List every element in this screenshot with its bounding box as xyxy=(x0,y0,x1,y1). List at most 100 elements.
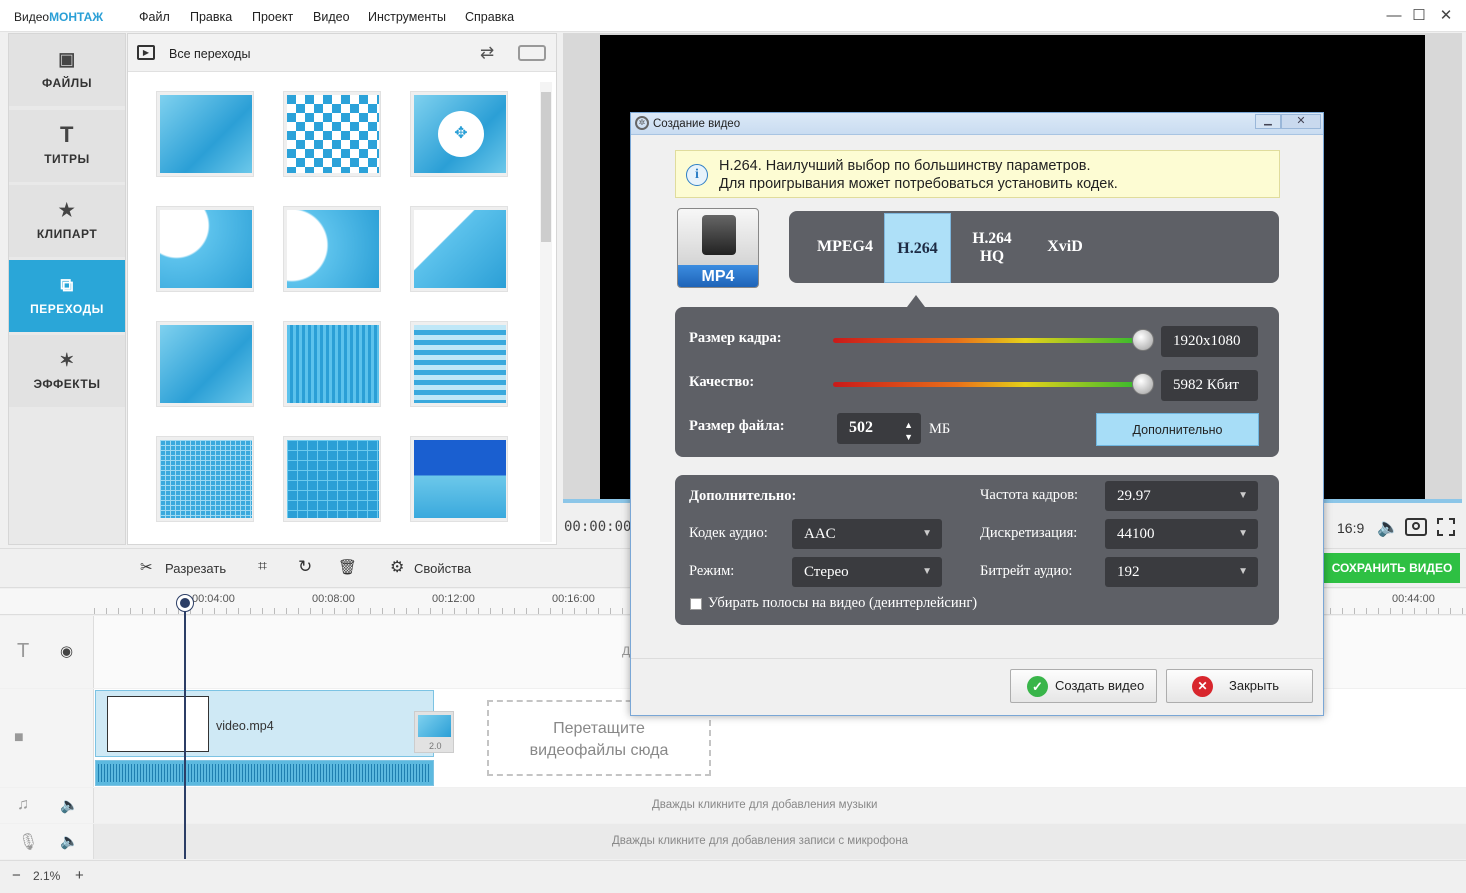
frame-size-slider[interactable] xyxy=(833,338,1143,343)
video-camera-icon: ■ xyxy=(14,729,24,746)
transition-thumb[interactable] xyxy=(156,206,254,292)
sidebar-item-effects[interactable]: ✶ ЭФФЕКТЫ xyxy=(9,335,125,407)
playhead-handle[interactable] xyxy=(177,595,193,611)
save-video-button[interactable]: СОХРАНИТЬ ВИДЕО xyxy=(1324,553,1460,583)
check-icon: ✓ xyxy=(1027,676,1048,697)
music-track-header: ♫ 🔈 xyxy=(0,788,94,823)
eye-icon[interactable]: ◉ xyxy=(60,642,73,660)
quality-slider[interactable] xyxy=(833,382,1143,387)
deinterlace-label: Убирать полосы на видео (деинтерлейсинг) xyxy=(708,595,978,611)
format-label: MP4 xyxy=(678,265,758,287)
menu-project[interactable]: Проект xyxy=(252,10,293,24)
transition-thumb[interactable] xyxy=(283,91,381,177)
quality-slider-handle[interactable] xyxy=(1132,373,1154,395)
sidebar-item-transitions[interactable]: ⧉ ПЕРЕХОДЫ xyxy=(9,260,125,332)
properties-button[interactable]: Свойства xyxy=(414,561,471,576)
close-icon: ✕ xyxy=(1192,676,1213,697)
deinterlace-checkbox[interactable] xyxy=(690,598,702,610)
codec-h264[interactable]: H.264 xyxy=(884,213,951,283)
transitions-header: ▶ Все переходы ⇄ xyxy=(128,34,556,72)
audio-bitrate-select[interactable]: 192 ▼ xyxy=(1105,557,1258,587)
magic-wand-icon: ✶ xyxy=(59,350,75,370)
codec-mpeg4[interactable]: MPEG4 xyxy=(805,211,885,281)
minimize-button[interactable]: — xyxy=(1384,6,1404,26)
video-clip[interactable]: video.mp4 xyxy=(95,690,434,757)
music-track[interactable]: Дважды кликните для добавления музыки xyxy=(94,788,1466,823)
fps-label: Частота кадров: xyxy=(980,487,1079,503)
sidebar-item-clipart[interactable]: ★ КЛИПАРТ xyxy=(9,185,125,257)
transitions-scrollbar[interactable] xyxy=(540,82,552,542)
create-video-button[interactable]: ✓ Создать видео xyxy=(1010,669,1157,703)
camera-icon[interactable] xyxy=(1405,518,1427,536)
rotate-icon[interactable]: ↻ xyxy=(298,557,312,577)
sidebar-item-files[interactable]: ▣ ФАЙЛЫ xyxy=(9,34,125,106)
advanced-label: Дополнительно: xyxy=(689,488,797,504)
crop-icon[interactable]: ⌗ xyxy=(258,558,267,576)
chevron-down-icon: ▼ xyxy=(1238,490,1248,501)
sidebar-item-label: ТИТРЫ xyxy=(44,152,90,166)
stepper-icon[interactable]: ▲ ▼ xyxy=(904,419,913,443)
audio-waveform[interactable] xyxy=(95,760,434,786)
transition-thumb[interactable] xyxy=(410,321,508,407)
transition-thumb[interactable] xyxy=(410,206,508,292)
transition-thumb[interactable]: ✥ xyxy=(410,91,508,177)
quality-label: Качество: xyxy=(689,374,755,390)
menu-edit[interactable]: Правка xyxy=(190,10,232,24)
shuffle-icon[interactable]: ⇄ xyxy=(480,43,494,63)
frame-size-slider-handle[interactable] xyxy=(1132,329,1154,351)
drop-hint-line2: видеофайлы сюда xyxy=(529,742,669,759)
more-settings-button[interactable]: Дополнительно xyxy=(1096,413,1259,446)
transition-thumb[interactable] xyxy=(156,436,254,522)
sidebar-item-titles[interactable]: T ТИТРЫ xyxy=(9,110,125,182)
transition-thumb[interactable] xyxy=(283,436,381,522)
zoom-out-button[interactable]: − xyxy=(12,867,21,884)
ruler-label: 00:04:00 xyxy=(192,593,235,605)
clip-transition[interactable]: 2.0 xyxy=(414,711,454,753)
frame-size-label: Размер кадра: xyxy=(689,330,782,346)
transition-thumb[interactable] xyxy=(283,206,381,292)
audio-codec-select[interactable]: AAC ▼ xyxy=(792,519,942,549)
fullscreen-icon[interactable] xyxy=(1437,518,1455,536)
volume-icon[interactable]: 🔈 xyxy=(60,796,79,814)
fps-select[interactable]: 29.97 ▼ xyxy=(1105,481,1258,511)
playhead-line[interactable] xyxy=(184,596,186,859)
codec-h264-hq[interactable]: H.264 HQ xyxy=(961,230,1023,270)
menu-file[interactable]: Файл xyxy=(139,10,170,24)
transition-thumb[interactable] xyxy=(283,321,381,407)
clip-name: video.mp4 xyxy=(216,719,274,733)
sample-rate-select[interactable]: 44100 ▼ xyxy=(1105,519,1258,549)
menu-tools[interactable]: Инструменты xyxy=(368,10,446,24)
close-window-button[interactable]: ✕ xyxy=(1436,6,1456,26)
maximize-button[interactable]: ☐ xyxy=(1409,6,1429,26)
file-size-input[interactable]: 502 ▲ ▼ xyxy=(837,413,921,444)
view-mode-icon[interactable] xyxy=(518,45,546,61)
transition-thumb[interactable] xyxy=(156,321,254,407)
dialog-minimize-button[interactable]: ▁ xyxy=(1255,114,1281,129)
scissors-icon[interactable]: ✂ xyxy=(140,558,153,576)
transition-thumb[interactable] xyxy=(156,91,254,177)
volume-icon[interactable]: 🔈 xyxy=(1377,517,1399,538)
transition-thumb[interactable] xyxy=(410,436,508,522)
menu-video[interactable]: Видео xyxy=(313,10,350,24)
chevron-down-icon: ▼ xyxy=(1238,566,1248,577)
mic-track[interactable]: Дважды кликните для добавления записи с … xyxy=(94,824,1466,859)
cut-button[interactable]: Разрезать xyxy=(165,561,226,576)
chevron-down-icon: ▼ xyxy=(1238,528,1248,539)
menu-help[interactable]: Справка xyxy=(465,10,514,24)
mode-select[interactable]: Стерео ▼ xyxy=(792,557,942,587)
close-button[interactable]: ✕ Закрыть xyxy=(1166,669,1313,703)
mp4-format-tile[interactable]: MP4 xyxy=(677,208,759,288)
audio-codec-label: Кодек аудио: xyxy=(689,525,768,541)
gear-icon[interactable]: ⚙ xyxy=(390,557,404,577)
sample-rate-label: Дискретизация: xyxy=(980,525,1078,541)
info-message: i H.264. Наилучший выбор по большинству … xyxy=(675,150,1280,198)
sidebar-item-label: ЭФФЕКТЫ xyxy=(33,377,101,391)
clip-thumbnail xyxy=(107,696,209,752)
dialog-close-icon[interactable]: ✕ xyxy=(1281,114,1321,129)
trash-icon[interactable]: 🗑 xyxy=(338,558,357,576)
aspect-ratio[interactable]: 16:9 xyxy=(1337,520,1364,536)
zoom-in-button[interactable]: + xyxy=(75,867,84,884)
volume-icon[interactable]: 🔈 xyxy=(60,832,79,850)
audio-bitrate-label: Битрейт аудио: xyxy=(980,563,1073,579)
codec-xvid[interactable]: XviD xyxy=(1035,211,1095,281)
